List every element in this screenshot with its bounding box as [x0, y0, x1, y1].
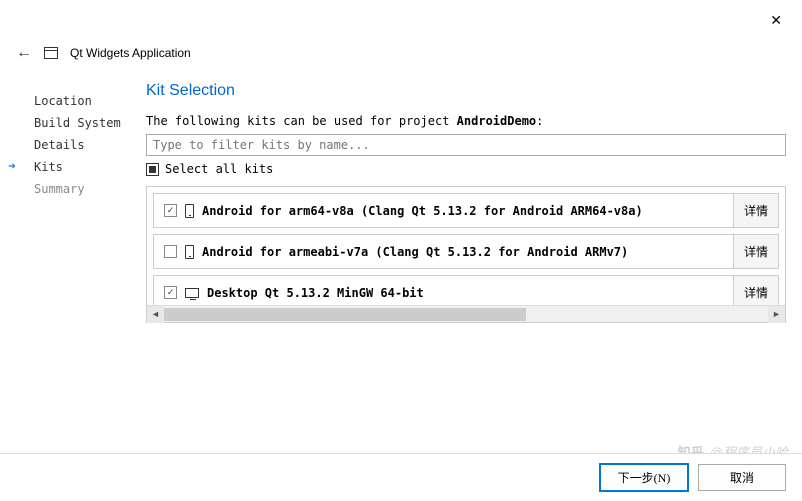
kit-row[interactable]: Android for armeabi-v7a (Clang Qt 5.13.2… [153, 234, 779, 269]
monitor-icon [185, 288, 199, 298]
back-button[interactable]: ← [16, 44, 32, 62]
kit-checkbox[interactable] [164, 286, 177, 299]
sidebar-item-location[interactable]: Location [16, 90, 126, 112]
project-name: AndroidDemo [457, 114, 536, 128]
sidebar-item-build-system[interactable]: Build System [16, 112, 126, 134]
scroll-right-icon[interactable]: ► [768, 306, 785, 323]
next-button[interactable]: 下一步(N) [600, 464, 688, 491]
phone-icon [185, 204, 194, 218]
sidebar-item-details[interactable]: Details [16, 134, 126, 156]
intro-text: The following kits can be used for proje… [146, 114, 786, 128]
kit-details-button[interactable]: 详情 [733, 235, 778, 268]
select-all-label: Select all kits [165, 162, 273, 176]
sidebar-item-label: Kits [34, 160, 63, 174]
kit-checkbox[interactable] [164, 204, 177, 217]
kit-details-button[interactable]: 详情 [733, 194, 778, 227]
wizard-sidebar: Location Build System Details ➔ Kits Sum… [16, 74, 126, 323]
scroll-thumb[interactable] [164, 308, 526, 321]
kit-label: Desktop Qt 5.13.2 MinGW 64-bit [207, 286, 424, 300]
kit-label: Android for armeabi-v7a (Clang Qt 5.13.2… [202, 245, 628, 259]
horizontal-scrollbar[interactable]: ◄ ► [147, 305, 785, 322]
kit-label: Android for arm64-v8a (Clang Qt 5.13.2 f… [202, 204, 643, 218]
kits-list: Android for arm64-v8a (Clang Qt 5.13.2 f… [146, 186, 786, 323]
select-all-checkbox[interactable] [146, 163, 159, 176]
intro-prefix: The following kits can be used for proje… [146, 114, 457, 128]
cancel-button[interactable]: 取消 [698, 464, 786, 491]
scroll-left-icon[interactable]: ◄ [147, 306, 164, 323]
sidebar-item-summary[interactable]: Summary [16, 178, 126, 200]
scroll-track[interactable] [164, 306, 768, 323]
close-icon[interactable]: ✕ [762, 8, 790, 33]
kit-checkbox[interactable] [164, 245, 177, 258]
sidebar-item-kits[interactable]: ➔ Kits [16, 156, 126, 178]
kit-filter-input[interactable] [146, 134, 786, 156]
phone-icon [185, 245, 194, 259]
app-title: Qt Widgets Application [70, 46, 191, 60]
active-step-arrow-icon: ➔ [8, 159, 16, 174]
page-title: Kit Selection [146, 82, 786, 100]
intro-suffix: : [536, 114, 543, 128]
window-icon [44, 47, 58, 59]
kit-row[interactable]: Android for arm64-v8a (Clang Qt 5.13.2 f… [153, 193, 779, 228]
